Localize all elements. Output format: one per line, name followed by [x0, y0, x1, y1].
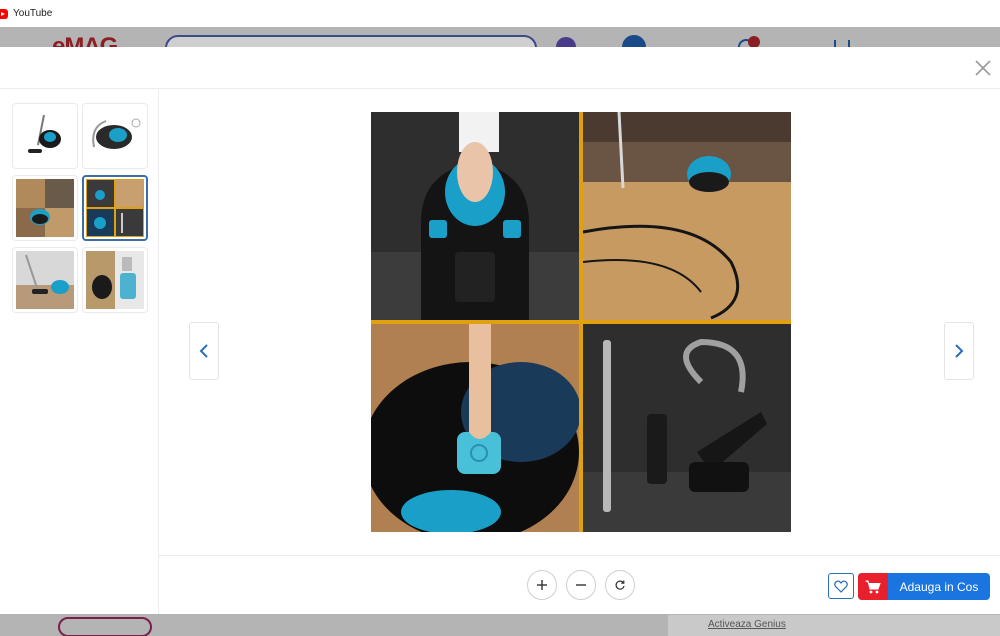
thumbnail-3[interactable]	[12, 175, 78, 241]
image-panel-accessories	[583, 324, 791, 532]
cart-icon	[865, 580, 881, 593]
account-avatar	[622, 35, 646, 47]
cart-icon-container	[858, 573, 888, 600]
background-search-input	[165, 35, 537, 47]
thumbnail-1[interactable]	[12, 103, 78, 169]
plus-icon	[537, 580, 547, 590]
youtube-icon	[0, 8, 8, 19]
modal-header	[0, 47, 1000, 89]
vacuum-container-thumbnail	[86, 251, 144, 309]
cart-header-icon	[834, 40, 850, 47]
zoom-in-button[interactable]	[527, 570, 557, 600]
image-panel-button	[371, 324, 581, 532]
bookmark-bar: YouTube	[0, 0, 1000, 27]
thumbnail-4[interactable]	[82, 175, 148, 241]
favorites-badge	[748, 36, 760, 47]
next-image-button[interactable]	[944, 322, 974, 380]
minus-icon	[576, 584, 586, 586]
emag-logo: eMAG	[52, 33, 118, 47]
previous-image-button[interactable]	[189, 322, 219, 380]
background-footer: Activeaza Genius	[0, 615, 1000, 636]
thumbnail-6[interactable]	[82, 247, 148, 313]
thumbnail-2[interactable]	[82, 103, 148, 169]
image-viewer	[159, 89, 1000, 555]
reset-zoom-button[interactable]	[605, 570, 635, 600]
background-header: eMAG	[0, 27, 1000, 47]
chevron-left-icon	[199, 344, 208, 358]
vacuum-floor-thumbnail	[16, 251, 74, 309]
image-panel-floor	[582, 112, 791, 320]
add-to-favorites-button[interactable]	[828, 573, 854, 599]
add-to-cart-button[interactable]: Adauga in Cos	[858, 573, 990, 600]
product-image	[371, 112, 791, 532]
close-icon[interactable]	[972, 57, 994, 79]
gallery-toolbar: Adauga in Cos	[159, 555, 1000, 614]
vacuum-top-thumbnail	[86, 107, 144, 165]
chevron-right-icon	[955, 344, 964, 358]
thumbnail-list	[0, 89, 159, 614]
image-panel-handle	[371, 112, 579, 320]
genius-icon	[556, 37, 576, 47]
genius-link: Activeaza Genius	[708, 619, 786, 630]
add-to-cart-label: Adauga in Cos	[899, 579, 979, 594]
refresh-icon	[615, 580, 625, 590]
bookmark-youtube[interactable]: YouTube	[13, 8, 52, 19]
vacuum-features-thumbnail	[86, 179, 144, 237]
zoom-out-button[interactable]	[566, 570, 596, 600]
thumbnail-5[interactable]	[12, 247, 78, 313]
vacuum-side-thumbnail	[16, 107, 74, 165]
background-pill-button	[58, 617, 152, 636]
heart-icon	[834, 580, 848, 593]
vacuum-lifestyle-thumbnail	[16, 179, 74, 237]
image-gallery-modal: Adauga in Cos	[0, 47, 1000, 614]
